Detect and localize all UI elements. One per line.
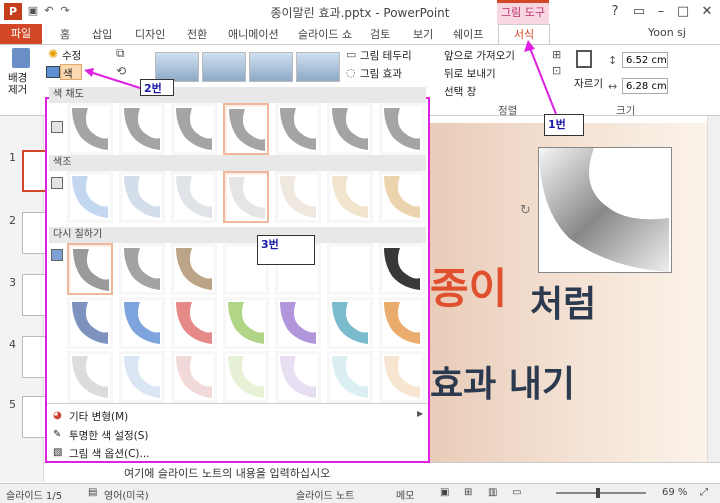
arrow-2: [89, 71, 141, 89]
arrowhead-2: [84, 68, 94, 77]
arrowhead-1: [524, 40, 535, 52]
arrow-1: [529, 47, 557, 115]
callout-arrows: [84, 40, 557, 115]
